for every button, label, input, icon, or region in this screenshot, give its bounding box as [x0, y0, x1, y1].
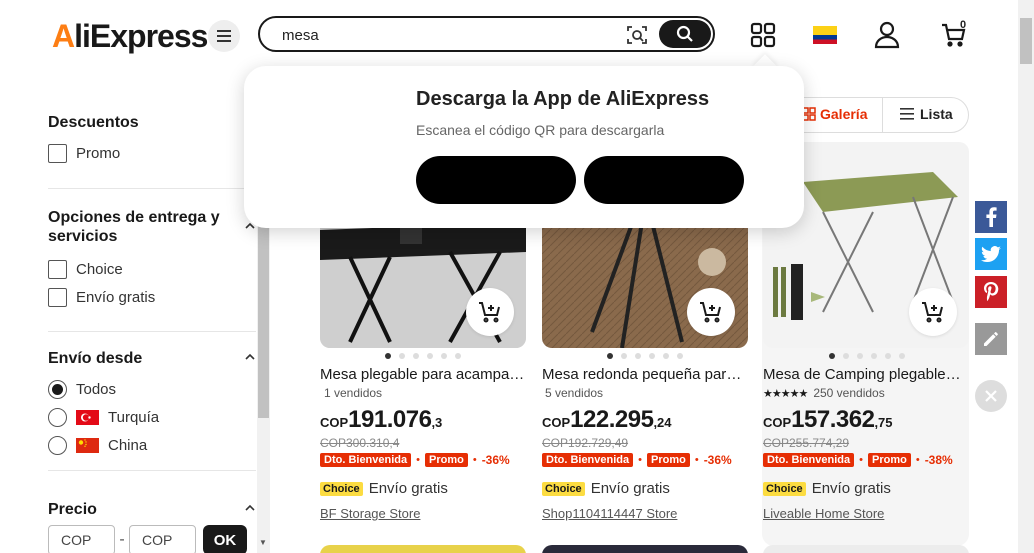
checkbox[interactable]	[48, 143, 67, 163]
filter-title: Precio	[48, 501, 97, 518]
filter-option-choice[interactable]: Choice	[48, 255, 256, 283]
search-icon	[676, 25, 693, 42]
divider	[48, 188, 256, 189]
filter-precio: Precio	[48, 500, 256, 519]
product-image-next-row[interactable]	[542, 545, 748, 553]
aliexpress-page: AliExpress 0 Descuentos Promo Opciones d…	[0, 0, 1034, 553]
aliexpress-logo[interactable]: AliExpress	[52, 18, 208, 55]
cart-count-badge: 0	[960, 19, 967, 31]
add-cart-icon	[700, 302, 721, 323]
product-old-price: COP255.774,29	[763, 436, 850, 450]
product-old-price: COP300.310,4	[320, 436, 400, 450]
colombia-flag-icon[interactable]	[810, 20, 840, 50]
price-dash: -	[119, 531, 125, 548]
product-image-next-row[interactable]	[763, 545, 969, 553]
rating-stars-icon: ★★★★★	[763, 387, 808, 400]
search-bar	[258, 16, 715, 52]
price-range: COP - COP OK	[48, 525, 247, 553]
radio-selected[interactable]	[48, 379, 67, 399]
radio[interactable]	[48, 407, 67, 427]
price-max-input[interactable]: COP	[129, 525, 196, 553]
pinterest-share-icon[interactable]	[975, 276, 1007, 308]
filter-option-envio-gratis[interactable]: Envío gratis	[48, 283, 256, 311]
google-play-button[interactable]	[584, 156, 744, 204]
qr-code-icon[interactable]	[748, 20, 778, 50]
divider	[48, 470, 256, 471]
user-account-icon[interactable]	[872, 20, 902, 50]
chevron-up-icon[interactable]	[244, 351, 256, 363]
radio[interactable]	[48, 435, 67, 455]
search-input[interactable]	[282, 24, 612, 46]
page-scrollbar-thumb[interactable]	[1020, 18, 1032, 64]
scroll-down-arrow-icon[interactable]: ▼	[259, 538, 267, 547]
price-ok-button[interactable]: OK	[203, 525, 247, 553]
image-carousel-dots[interactable]	[829, 353, 905, 359]
product-old-price: COP192.729,49	[542, 436, 629, 450]
search-button[interactable]	[659, 20, 711, 48]
product-rating-sold: ★★★★★ 250 vendidos	[763, 386, 885, 400]
product-sold: 1 vendidos	[324, 386, 383, 400]
china-flag-icon	[76, 437, 99, 453]
add-cart-icon	[922, 302, 943, 323]
menu-button[interactable]	[208, 20, 240, 52]
add-cart-icon	[479, 302, 500, 323]
chevron-up-icon[interactable]	[244, 502, 256, 514]
image-carousel-dots[interactable]	[385, 353, 461, 359]
popover-subtitle: Escanea el código QR para descargarla	[416, 122, 665, 138]
app-download-popover: Descarga la App de AliExpress Escanea el…	[244, 66, 804, 228]
filter-descuentos: Descuentos Promo	[48, 113, 256, 167]
image-search-icon[interactable]	[626, 24, 648, 46]
divider	[48, 331, 256, 332]
facebook-share-icon[interactable]	[975, 201, 1007, 233]
filter-title: Descuentos	[48, 114, 139, 131]
view-galeria-button[interactable]: Galería	[802, 106, 867, 122]
product-price: COP122.295,24	[542, 406, 672, 433]
add-to-cart-button[interactable]	[909, 288, 957, 336]
product-shipping: Choice Envío gratis	[542, 480, 670, 497]
turkey-flag-icon	[76, 409, 99, 425]
checkbox[interactable]	[48, 287, 67, 307]
image-carousel-dots[interactable]	[607, 353, 683, 359]
product-store-link[interactable]: Shop1104114447 Store	[542, 506, 677, 521]
twitter-share-icon[interactable]	[975, 238, 1007, 270]
grid-icon	[802, 107, 816, 121]
checkbox[interactable]	[48, 259, 67, 279]
edit-pencil-icon[interactable]	[975, 323, 1007, 355]
product-title[interactable]: Mesa plegable para acampar al aire libre	[320, 366, 526, 383]
filter-option-china[interactable]: China	[48, 431, 256, 459]
product-store-link[interactable]: BF Storage Store	[320, 506, 420, 521]
app-store-button[interactable]	[416, 156, 576, 204]
close-icon	[985, 390, 997, 402]
product-store-link[interactable]: Liveable Home Store	[763, 506, 884, 521]
product-title[interactable]: Mesa de Camping plegable portátil	[763, 366, 961, 383]
product-sold: 5 vendidos	[545, 386, 604, 400]
product-title[interactable]: Mesa redonda pequeña para acampar	[542, 366, 748, 383]
filter-title: Envío desde	[48, 350, 143, 367]
product-shipping: Choice Envío gratis	[763, 480, 891, 497]
list-icon	[900, 108, 914, 120]
close-share-button[interactable]	[975, 380, 1007, 412]
product-badges: Dto. Bienvenida • Promo • -38%	[763, 453, 953, 467]
filter-envio-desde: Envío desde Todos Turquía China	[48, 349, 256, 459]
price-min-input[interactable]: COP	[48, 525, 115, 553]
filter-option-todos[interactable]: Todos	[48, 375, 256, 403]
product-price: COP191.076,3	[320, 406, 443, 433]
filter-option-promo[interactable]: Promo	[48, 139, 256, 167]
product-badges: Dto. Bienvenida • Promo • -36%	[542, 453, 732, 467]
view-lista-button[interactable]: Lista	[900, 106, 953, 122]
add-to-cart-button[interactable]	[466, 288, 514, 336]
filter-option-turquia[interactable]: Turquía	[48, 403, 256, 431]
popover-title: Descarga la App de AliExpress	[416, 88, 710, 110]
page-scrollbar[interactable]	[1018, 0, 1034, 553]
divider	[882, 98, 883, 132]
filter-title: Opciones de entrega y servicios	[48, 209, 220, 245]
product-shipping: Choice Envío gratis	[320, 480, 448, 497]
product-image-next-row[interactable]	[320, 545, 526, 553]
product-badges: Dto. Bienvenida • Promo • -36%	[320, 453, 510, 467]
add-to-cart-button[interactable]	[687, 288, 735, 336]
filter-entrega: Opciones de entrega y servicios Choice E…	[48, 208, 256, 311]
hamburger-icon	[217, 30, 231, 42]
product-price: COP157.362,75	[763, 406, 893, 433]
